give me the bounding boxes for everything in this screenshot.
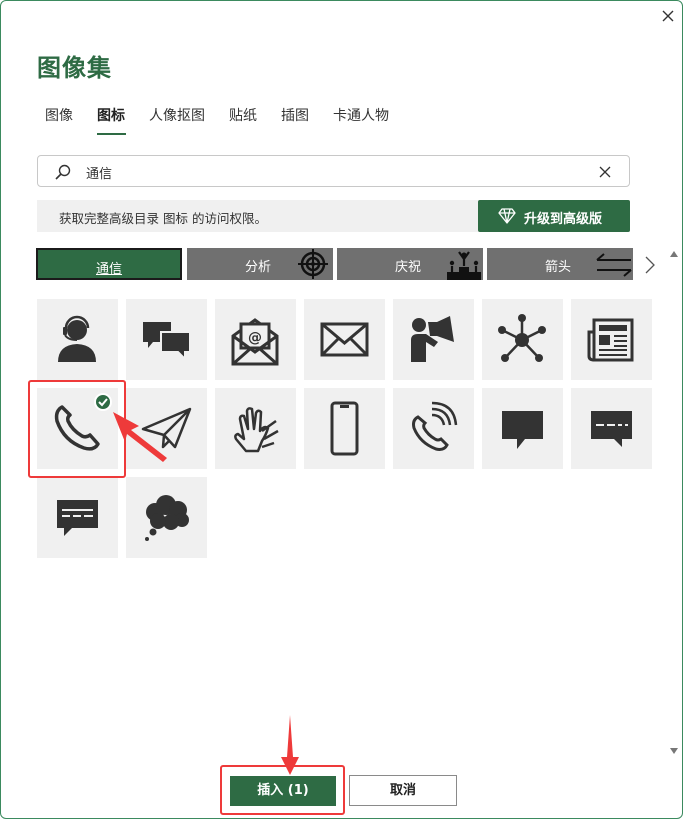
- chat-bubbles-icon: [143, 322, 191, 362]
- diamond-icon: [498, 208, 516, 224]
- icon-tile[interactable]: [126, 477, 207, 558]
- tab-illustrations[interactable]: 插图: [281, 105, 309, 125]
- category-arrows[interactable]: 箭头: [487, 248, 633, 280]
- icon-tile[interactable]: [304, 299, 385, 380]
- active-tab-indicator: [97, 133, 126, 135]
- category-label: 分析: [245, 260, 272, 275]
- icon-tile[interactable]: [482, 388, 563, 469]
- icon-tile[interactable]: [37, 477, 118, 558]
- message-bubble-dashes-icon: [57, 500, 98, 536]
- upgrade-button[interactable]: 升级到高级版: [478, 200, 630, 232]
- icon-tile[interactable]: @: [215, 299, 296, 380]
- tab-cartoon-people[interactable]: 卡通人物: [333, 105, 389, 125]
- search-icon: [55, 164, 71, 180]
- target-icon: [298, 249, 328, 279]
- icon-tile[interactable]: [393, 299, 474, 380]
- chevron-right-icon[interactable]: [643, 255, 657, 275]
- mobile-phone-icon: [330, 401, 359, 456]
- sign-language-icon: [234, 407, 279, 453]
- scroll-up-icon[interactable]: [669, 250, 679, 258]
- icon-tile[interactable]: [571, 388, 652, 469]
- swap-arrows-icon: [596, 253, 632, 277]
- thought-cloud-icon: [145, 495, 189, 541]
- headset-person-icon: [58, 315, 96, 362]
- close-icon[interactable]: [657, 5, 679, 27]
- icon-tile[interactable]: [482, 299, 563, 380]
- tab-icons[interactable]: 图标: [97, 105, 125, 125]
- scroll-down-icon[interactable]: [669, 747, 679, 755]
- phone-ringing-icon: [412, 401, 458, 451]
- category-label: 通信: [96, 262, 123, 277]
- open-email-icon: @: [231, 318, 279, 366]
- icon-tile[interactable]: [571, 299, 652, 380]
- search-input[interactable]: [86, 162, 566, 182]
- dialog-frame: 图像集 图像 图标 人像抠图 贴纸 插图 卡通人物 获取完整高级目录 图标 的访…: [0, 0, 683, 819]
- newspaper-icon: [587, 318, 634, 362]
- insert-button[interactable]: 插入 (1): [230, 776, 336, 806]
- tab-stickers[interactable]: 贴纸: [229, 105, 257, 125]
- icon-tile[interactable]: [37, 299, 118, 380]
- icon-tile[interactable]: [215, 388, 296, 469]
- dialog-title: 图像集: [37, 54, 112, 82]
- podium-icon: [447, 251, 481, 280]
- category-communication[interactable]: 通信: [36, 248, 182, 280]
- search-box: [37, 155, 630, 187]
- category-label: 庆祝: [395, 260, 422, 275]
- category-celebration[interactable]: 庆祝: [337, 248, 483, 280]
- category-strip: 通信 分析 庆祝 箭头: [36, 247, 633, 283]
- annotation-arrow-icon: [113, 412, 167, 462]
- speech-bubble-icon: [502, 411, 543, 449]
- message-bubble-icon: [591, 411, 632, 447]
- network-hub-icon: [498, 314, 546, 362]
- upgrade-label: 升级到高级版: [524, 212, 603, 227]
- clear-search-icon[interactable]: [596, 163, 614, 181]
- icon-tile[interactable]: [304, 388, 385, 469]
- category-label: 箭头: [545, 260, 572, 275]
- tab-cutout-people[interactable]: 人像抠图: [149, 105, 205, 125]
- envelope-icon: [320, 322, 369, 357]
- cancel-button[interactable]: 取消: [349, 775, 457, 806]
- svg-text:@: @: [248, 330, 262, 346]
- notice-text: 获取完整高级目录 图标 的访问权限。: [59, 211, 267, 226]
- category-analysis[interactable]: 分析: [187, 248, 333, 280]
- tab-images[interactable]: 图像: [45, 105, 73, 125]
- premium-notice: 获取完整高级目录 图标 的访问权限。 升级到高级版: [37, 200, 630, 232]
- icon-tile[interactable]: [126, 299, 207, 380]
- icon-tile[interactable]: [393, 388, 474, 469]
- megaphone-person-icon: [411, 316, 454, 362]
